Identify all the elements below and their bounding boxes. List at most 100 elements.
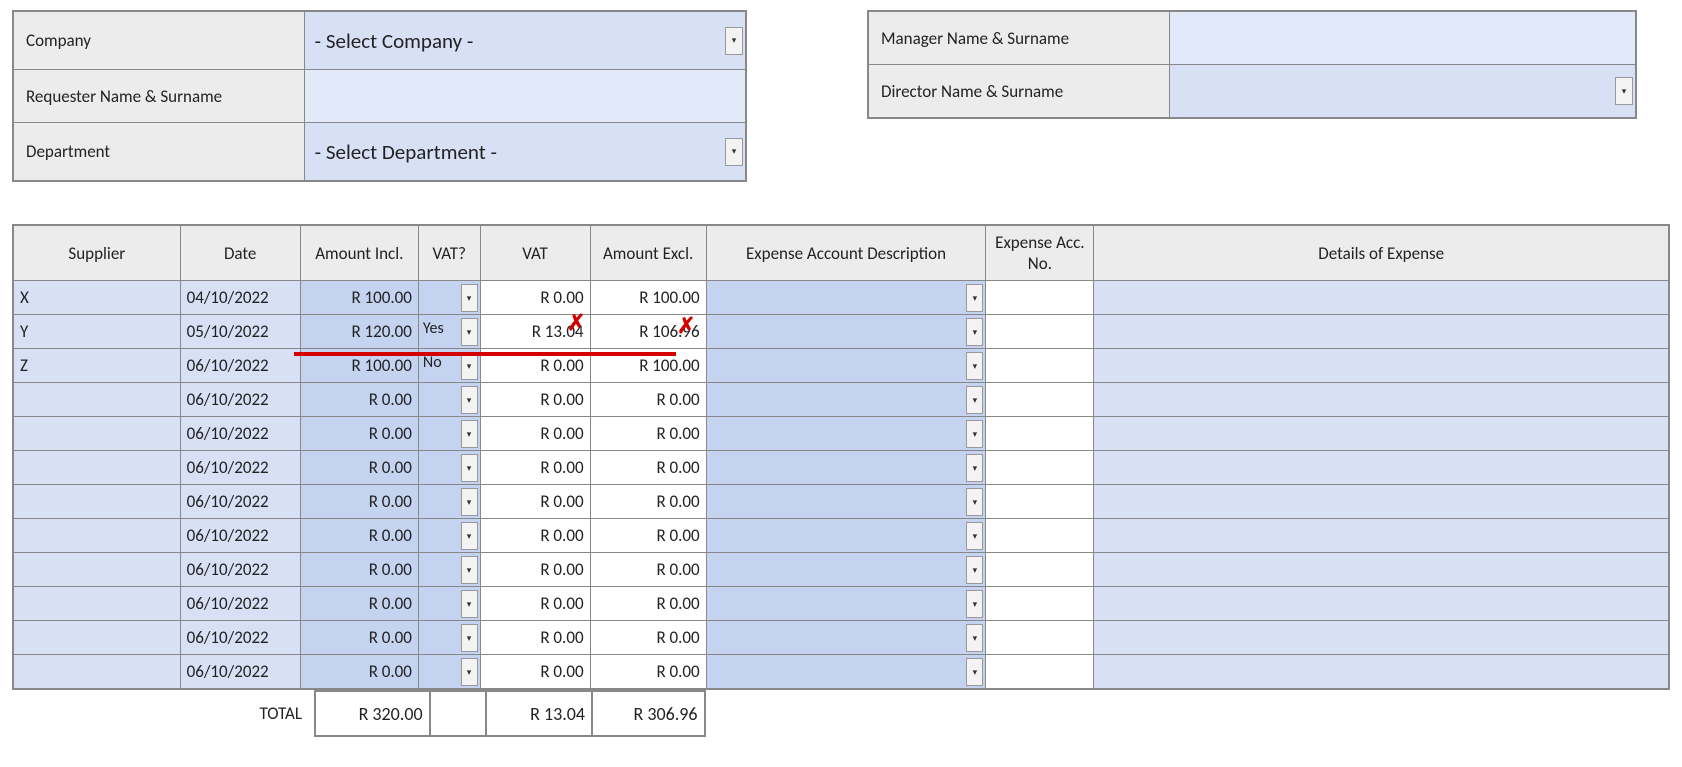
desc-dropdown[interactable]: ▾ [707,519,986,552]
vatq-dropdown[interactable]: ▾ [419,655,480,688]
vatq-dropdown[interactable]: No▾ [419,349,480,382]
vatq-dropdown[interactable]: ▾ [419,621,480,654]
date-cell[interactable]: 06/10/2022 [181,487,300,516]
chevron-down-icon[interactable]: ▾ [461,488,478,516]
supplier-cell[interactable] [14,430,180,438]
vatq-dropdown[interactable]: ▾ [419,553,480,586]
desc-dropdown[interactable]: ▾ [707,553,986,586]
date-cell[interactable]: 06/10/2022 [181,419,300,448]
desc-dropdown[interactable]: ▾ [707,315,986,348]
supplier-cell[interactable] [14,668,180,676]
chevron-down-icon[interactable]: ▾ [461,386,478,414]
details-cell[interactable] [1094,532,1668,540]
supplier-cell[interactable] [14,396,180,404]
amount-incl-cell[interactable]: R 0.00 [301,589,418,618]
chevron-down-icon[interactable]: ▾ [966,454,983,482]
company-dropdown[interactable]: - Select Company - ▾ [304,11,746,70]
chevron-down-icon[interactable]: ▾ [461,590,478,618]
amount-incl-cell[interactable]: R 0.00 [301,623,418,652]
chevron-down-icon[interactable]: ▾ [966,624,983,652]
supplier-cell[interactable] [14,464,180,472]
amount-incl-cell[interactable]: R 0.00 [301,555,418,584]
chevron-down-icon[interactable]: ▾ [1615,77,1633,105]
date-cell[interactable]: 06/10/2022 [181,521,300,550]
desc-dropdown[interactable]: ▾ [707,621,986,654]
amount-incl-cell[interactable]: R 0.00 [301,521,418,550]
date-cell[interactable]: 06/10/2022 [181,385,300,414]
desc-dropdown[interactable]: ▾ [707,451,986,484]
date-cell[interactable]: 06/10/2022 [181,555,300,584]
chevron-down-icon[interactable]: ▾ [461,284,478,312]
chevron-down-icon[interactable]: ▾ [725,27,743,55]
vatq-dropdown[interactable]: ▾ [419,383,480,416]
chevron-down-icon[interactable]: ▾ [966,318,983,346]
desc-dropdown[interactable]: ▾ [707,587,986,620]
supplier-cell[interactable]: X [14,283,180,312]
chevron-down-icon[interactable]: ▾ [461,420,478,448]
date-cell[interactable]: 06/10/2022 [181,351,300,380]
director-dropdown[interactable]: ▾ [1170,65,1636,119]
chevron-down-icon[interactable]: ▾ [966,386,983,414]
desc-dropdown[interactable]: ▾ [707,485,986,518]
chevron-down-icon[interactable]: ▾ [966,658,983,686]
department-dropdown[interactable]: - Select Department - ▾ [304,123,746,182]
vatq-dropdown[interactable]: ▾ [419,519,480,552]
amount-incl-cell[interactable]: R 100.00 [301,283,418,312]
chevron-down-icon[interactable]: ▾ [966,556,983,584]
vatq-dropdown[interactable]: ▾ [419,417,480,450]
supplier-cell[interactable] [14,634,180,642]
desc-dropdown[interactable]: ▾ [707,383,986,416]
chevron-down-icon[interactable]: ▾ [461,352,478,380]
desc-dropdown[interactable]: ▾ [707,417,986,450]
chevron-down-icon[interactable]: ▾ [966,284,983,312]
desc-dropdown[interactable]: ▾ [707,281,986,314]
supplier-cell[interactable]: Y [14,317,180,346]
date-cell[interactable]: 06/10/2022 [181,657,300,686]
desc-dropdown[interactable]: ▾ [707,349,986,382]
desc-dropdown[interactable]: ▾ [707,655,986,688]
chevron-down-icon[interactable]: ▾ [461,318,478,346]
chevron-down-icon[interactable]: ▾ [461,624,478,652]
details-cell[interactable] [1094,600,1668,608]
amount-incl-cell[interactable]: R 0.00 [301,487,418,516]
date-cell[interactable]: 06/10/2022 [181,589,300,618]
chevron-down-icon[interactable]: ▾ [966,352,983,380]
supplier-cell[interactable] [14,600,180,608]
amount-incl-cell[interactable]: R 120.00 [301,317,418,346]
amount-incl-cell[interactable]: R 0.00 [301,657,418,686]
supplier-cell[interactable] [14,566,180,574]
chevron-down-icon[interactable]: ▾ [461,658,478,686]
details-cell[interactable] [1094,498,1668,506]
chevron-down-icon[interactable]: ▾ [966,420,983,448]
manager-input[interactable] [1170,11,1636,65]
vatq-dropdown[interactable]: Yes▾ [419,315,480,348]
chevron-down-icon[interactable]: ▾ [461,556,478,584]
amount-incl-cell[interactable]: R 100.00 [301,351,418,380]
details-cell[interactable] [1094,396,1668,404]
vatq-dropdown[interactable]: ▾ [419,485,480,518]
date-cell[interactable]: 05/10/2022 [181,317,300,346]
details-cell[interactable] [1094,464,1668,472]
chevron-down-icon[interactable]: ▾ [461,522,478,550]
chevron-down-icon[interactable]: ▾ [725,138,743,166]
details-cell[interactable] [1094,362,1668,370]
date-cell[interactable]: 04/10/2022 [181,283,300,312]
supplier-cell[interactable] [14,532,180,540]
amount-incl-cell[interactable]: R 0.00 [301,419,418,448]
date-cell[interactable]: 06/10/2022 [181,623,300,652]
vatq-dropdown[interactable]: ▾ [419,451,480,484]
supplier-cell[interactable] [14,498,180,506]
details-cell[interactable] [1094,566,1668,574]
date-cell[interactable]: 06/10/2022 [181,453,300,482]
supplier-cell[interactable]: Z [14,351,180,380]
details-cell[interactable] [1094,634,1668,642]
vatq-dropdown[interactable]: ▾ [419,281,480,314]
chevron-down-icon[interactable]: ▾ [966,590,983,618]
details-cell[interactable] [1094,328,1668,336]
chevron-down-icon[interactable]: ▾ [461,454,478,482]
chevron-down-icon[interactable]: ▾ [966,522,983,550]
amount-incl-cell[interactable]: R 0.00 [301,385,418,414]
vatq-dropdown[interactable]: ▾ [419,587,480,620]
requester-input[interactable] [304,70,746,123]
details-cell[interactable] [1094,668,1668,676]
